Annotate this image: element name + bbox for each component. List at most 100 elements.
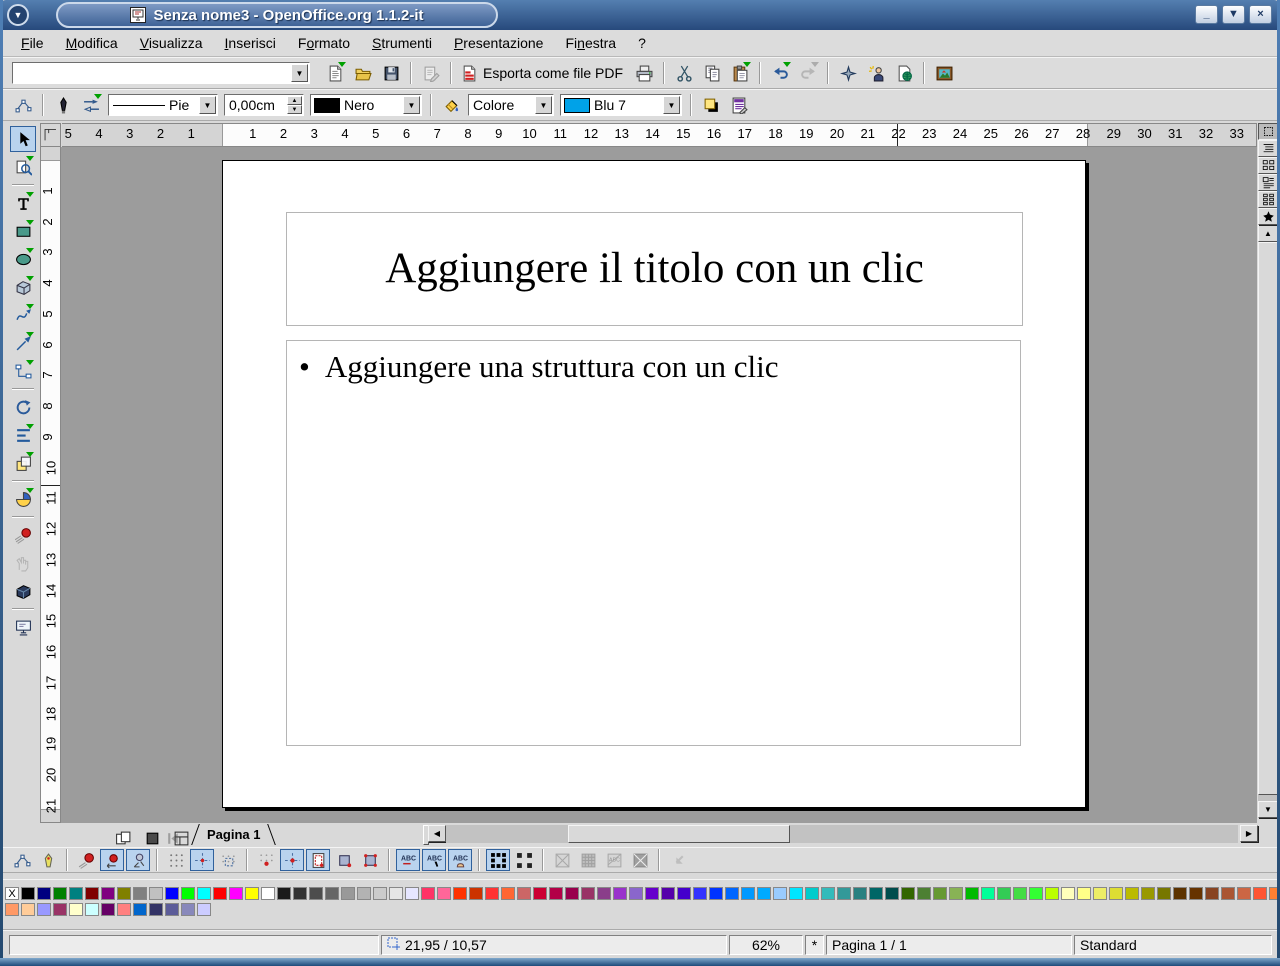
shadow-button[interactable] [698, 92, 724, 118]
menu-?[interactable]: ? [628, 32, 656, 54]
color-swatch[interactable] [949, 887, 963, 900]
select-text-area-button[interactable]: ABC [422, 849, 446, 871]
effects-button[interactable] [10, 522, 36, 548]
color-swatch[interactable] [837, 887, 851, 900]
color-swatch[interactable] [437, 887, 451, 900]
status-zoom-field[interactable]: 62% [729, 935, 803, 955]
color-swatch[interactable] [37, 887, 51, 900]
scroll-down-button[interactable]: ▼ [1258, 801, 1278, 818]
color-swatch[interactable] [821, 887, 835, 900]
menu-visualizza[interactable]: Visualizza [130, 32, 213, 54]
color-swatch[interactable] [133, 887, 147, 900]
notes-view-button[interactable] [1258, 174, 1278, 191]
minimize-button[interactable]: _ [1195, 5, 1218, 24]
copy-button[interactable] [699, 60, 725, 86]
scroll-right-button[interactable]: ▶ [1240, 825, 1258, 842]
line-color-drop[interactable]: ▼ [403, 96, 420, 114]
snap-to-object-points-button[interactable] [358, 849, 382, 871]
color-swatch[interactable] [1061, 887, 1075, 900]
line-color-combobox[interactable]: Nero ▼ [310, 94, 422, 116]
url-drop-button[interactable]: ▼ [291, 64, 308, 82]
save-document-button[interactable] [378, 60, 404, 86]
color-swatch[interactable] [1077, 887, 1091, 900]
color-swatch[interactable] [117, 887, 131, 900]
window-menu-button[interactable]: ▼ [7, 4, 29, 26]
color-swatch[interactable] [277, 887, 291, 900]
color-swatch[interactable] [85, 887, 99, 900]
fill-color-combobox[interactable]: Blu 7 ▼ [560, 94, 682, 116]
color-swatch[interactable] [581, 887, 595, 900]
color-swatch[interactable] [709, 887, 723, 900]
quick-edit-button[interactable]: ABC [396, 849, 420, 871]
menu-modifica[interactable]: Modifica [56, 32, 128, 54]
status-template-field[interactable]: Standard [1074, 935, 1272, 955]
color-swatch[interactable] [597, 887, 611, 900]
color-swatch[interactable] [933, 887, 947, 900]
lines-arrows-button[interactable] [10, 330, 36, 356]
color-swatch[interactable] [197, 887, 211, 900]
color-swatch[interactable] [725, 887, 739, 900]
color-swatch[interactable] [645, 887, 659, 900]
color-swatch[interactable] [501, 887, 515, 900]
color-swatch[interactable] [549, 887, 563, 900]
edit-file-button[interactable] [418, 60, 444, 86]
fill-color-drop[interactable]: ▼ [663, 96, 680, 114]
color-swatch[interactable] [1125, 887, 1139, 900]
menu-inserisci[interactable]: Inserisci [215, 32, 286, 54]
color-swatch[interactable] [757, 887, 771, 900]
color-swatch[interactable] [981, 887, 995, 900]
hyperlink-button[interactable] [891, 60, 917, 86]
color-swatch[interactable] [101, 887, 115, 900]
presentation-button[interactable] [10, 614, 36, 640]
paste-button[interactable] [727, 60, 753, 86]
color-swatch[interactable] [341, 887, 355, 900]
color-swatch[interactable] [165, 887, 179, 900]
zoom-button[interactable] [10, 154, 36, 180]
spin-down-icon[interactable]: ▼ [287, 105, 302, 114]
color-swatch[interactable] [405, 887, 419, 900]
no-fill-swatch[interactable]: X [5, 887, 19, 900]
interaction-button[interactable] [10, 550, 36, 576]
export-pdf-button[interactable]: Esporta come file PDF [458, 60, 629, 86]
large-handles-button[interactable] [512, 849, 536, 871]
color-swatch[interactable] [149, 903, 163, 916]
color-swatch[interactable] [853, 887, 867, 900]
workspace[interactable]: Aggiungere il titolo con un clic • Aggiu… [61, 147, 1257, 823]
double-click-edit-text-button[interactable]: ABC [448, 849, 472, 871]
color-swatch[interactable] [261, 887, 275, 900]
select-button[interactable] [10, 126, 36, 152]
status-position-field[interactable]: 21,95 / 10,57 [381, 935, 727, 955]
spinner-buttons[interactable]: ▲▼ [287, 96, 302, 114]
show-grid-button[interactable] [164, 849, 188, 871]
allow-effects-button[interactable] [100, 849, 124, 871]
presentation-style-button[interactable] [726, 92, 752, 118]
glue-points-mode-button[interactable] [36, 849, 60, 871]
color-swatch[interactable] [69, 903, 83, 916]
handout-view-button[interactable] [1258, 191, 1278, 208]
color-swatch[interactable] [293, 887, 307, 900]
color-swatch[interactable] [805, 887, 819, 900]
color-swatch[interactable] [245, 887, 259, 900]
menu-finestra[interactable]: Finestra [555, 32, 626, 54]
color-swatch[interactable] [21, 887, 35, 900]
color-swatch[interactable] [325, 887, 339, 900]
color-swatch[interactable] [869, 887, 883, 900]
fill-can-button[interactable] [438, 92, 464, 118]
picture-placeholder-button[interactable] [550, 849, 574, 871]
text-placeholder-button[interactable]: ABC [602, 849, 626, 871]
color-swatch[interactable] [965, 887, 979, 900]
snap-to-object-border-button[interactable] [332, 849, 356, 871]
line-style-combobox[interactable]: Pie ▼ [108, 94, 218, 116]
snap-to-snap-lines-button[interactable] [280, 849, 304, 871]
color-swatch[interactable] [661, 887, 675, 900]
color-swatch[interactable] [181, 887, 195, 900]
color-swatch[interactable] [197, 903, 211, 916]
color-swatch[interactable] [101, 903, 115, 916]
color-swatch[interactable] [1189, 887, 1203, 900]
color-swatch[interactable] [613, 887, 627, 900]
url-combobox[interactable]: ▼ [12, 62, 310, 84]
menu-presentazione[interactable]: Presentazione [444, 32, 554, 54]
connectors-button[interactable] [10, 358, 36, 384]
color-swatch[interactable] [53, 887, 67, 900]
objects-3d-button[interactable] [10, 274, 36, 300]
